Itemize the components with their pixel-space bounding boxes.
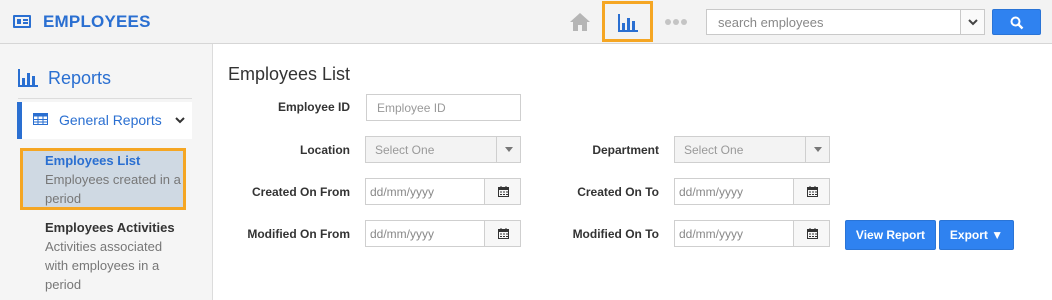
- created-from-input[interactable]: [366, 179, 484, 204]
- created-from-calendar-button[interactable]: [484, 179, 520, 204]
- department-label: Department: [592, 143, 659, 157]
- sidebar: Reports General Reports Employees List E…: [0, 44, 213, 300]
- modified-to-calendar-button[interactable]: [793, 221, 829, 246]
- employee-id-field-wrap: [366, 94, 521, 121]
- export-button[interactable]: Export ▼: [939, 220, 1014, 250]
- sidebar-item-general-reports[interactable]: General Reports: [17, 102, 192, 139]
- top-bar: EMPLOYEES: [0, 0, 1052, 44]
- employee-id-label: Employee ID: [277, 100, 350, 114]
- created-to-calendar-button[interactable]: [793, 179, 829, 204]
- caret-down-icon: [505, 147, 513, 152]
- department-select[interactable]: Select One: [674, 136, 830, 163]
- page-title: Employees List: [228, 64, 351, 84]
- sidebar-subitem-employees-list[interactable]: Employees List Employees created in a pe…: [45, 151, 185, 208]
- divider: [18, 98, 192, 99]
- location-label: Location: [300, 143, 350, 157]
- created-to-date: [674, 178, 830, 205]
- sidebar-section-title: Reports: [48, 68, 112, 88]
- bar-chart-icon: [618, 14, 638, 32]
- id-card-icon: [13, 15, 31, 28]
- search-dropdown-toggle[interactable]: [960, 10, 984, 34]
- modified-from-date: [365, 220, 521, 247]
- search-box: [706, 9, 985, 35]
- more-dots-icon[interactable]: [665, 18, 687, 26]
- sidebar-item-label: General Reports: [59, 112, 162, 128]
- search-button[interactable]: [992, 9, 1041, 35]
- calendar-icon: [807, 186, 818, 197]
- caret-down-icon: [814, 147, 822, 152]
- search-input[interactable]: [707, 10, 961, 34]
- modified-from-calendar-button[interactable]: [484, 221, 520, 246]
- table-icon: [33, 113, 48, 125]
- created-to-label: Created On To: [577, 185, 659, 199]
- app-title[interactable]: EMPLOYEES: [43, 12, 151, 32]
- calendar-icon: [498, 228, 509, 239]
- subitem-title: Employees Activities: [45, 220, 175, 235]
- modified-to-label: Modified On To: [572, 227, 659, 241]
- bar-chart-icon: [18, 69, 38, 87]
- sidebar-subitem-employees-activities[interactable]: Employees Activities Activities associat…: [45, 218, 185, 294]
- modified-to-date: [674, 220, 830, 247]
- location-dropdown-arrow: [496, 137, 520, 162]
- calendar-icon: [498, 186, 509, 197]
- home-icon[interactable]: [569, 12, 591, 32]
- created-from-label: Created On From: [251, 185, 350, 199]
- subitem-title: Employees List: [45, 153, 141, 168]
- created-to-input[interactable]: [675, 179, 793, 204]
- created-from-date: [365, 178, 521, 205]
- location-select[interactable]: Select One: [365, 136, 521, 163]
- reports-nav-button[interactable]: [602, 1, 653, 42]
- calendar-icon: [807, 228, 818, 239]
- subitem-description: Activities associated with employees in …: [45, 239, 163, 292]
- modified-from-label: Modified On From: [247, 227, 350, 241]
- employee-id-input[interactable]: [367, 95, 520, 120]
- chevron-down-icon: [175, 117, 185, 124]
- modified-from-input[interactable]: [366, 221, 484, 246]
- location-selected-value: Select One: [375, 143, 435, 157]
- search-icon: [1010, 16, 1024, 30]
- department-dropdown-arrow: [805, 137, 829, 162]
- chevron-down-icon: [968, 19, 978, 26]
- view-report-button[interactable]: View Report: [845, 220, 936, 250]
- modified-to-input[interactable]: [675, 221, 793, 246]
- subitem-description: Employees created in a period: [45, 172, 181, 206]
- department-selected-value: Select One: [684, 143, 744, 157]
